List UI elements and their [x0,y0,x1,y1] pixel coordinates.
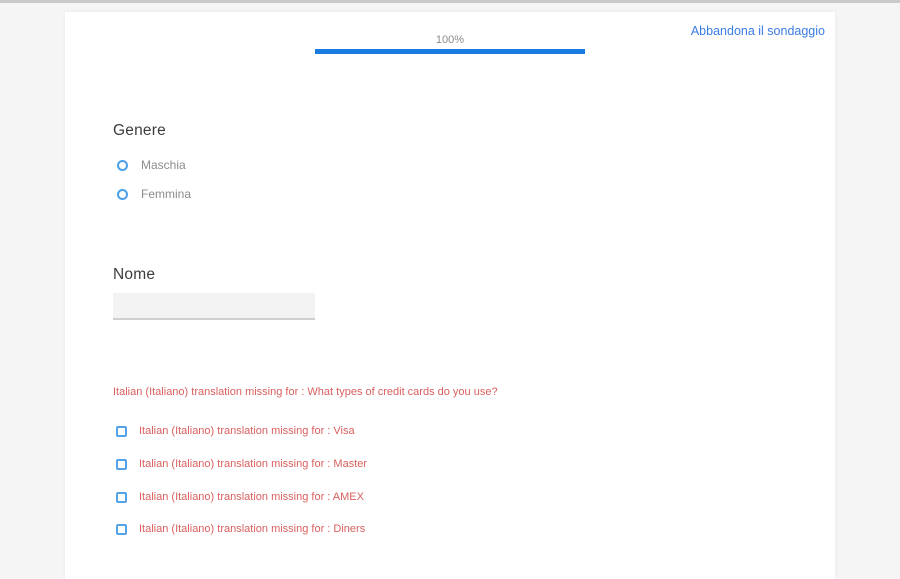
name-input[interactable] [113,293,315,320]
checkbox-option-amex[interactable]: Italian (Italiano) translation missing f… [116,489,364,505]
progress-percent-label: 100% [65,34,835,46]
survey-card: Abbandona il sondaggio 100% Genere Masch… [65,12,835,579]
checkbox-option-label: Italian (Italiano) translation missing f… [139,523,365,535]
progress-bar [315,49,585,54]
name-question-label: Nome [113,266,155,284]
radio-option-label: Femmina [141,187,191,201]
gender-question-label: Genere [113,122,166,140]
radio-button[interactable] [117,160,128,171]
checkbox-option-label: Italian (Italiano) translation missing f… [139,458,367,470]
checkbox-option-label: Italian (Italiano) translation missing f… [139,425,355,437]
credit-cards-question-label: Italian (Italiano) translation missing f… [113,386,498,398]
checkbox-option-diners[interactable]: Italian (Italiano) translation missing f… [116,521,365,537]
radio-option-label: Maschia [141,158,186,172]
checkbox[interactable] [116,426,127,437]
radio-option-maschia[interactable]: Maschia [117,157,186,173]
checkbox-option-label: Italian (Italiano) translation missing f… [139,491,364,503]
radio-option-femmina[interactable]: Femmina [117,186,191,202]
checkbox-option-visa[interactable]: Italian (Italiano) translation missing f… [116,423,355,439]
checkbox[interactable] [116,492,127,503]
progress-fill [315,49,585,54]
checkbox[interactable] [116,459,127,470]
checkbox-option-master[interactable]: Italian (Italiano) translation missing f… [116,456,367,472]
radio-button[interactable] [117,189,128,200]
top-border-strip [0,0,900,3]
checkbox[interactable] [116,524,127,535]
